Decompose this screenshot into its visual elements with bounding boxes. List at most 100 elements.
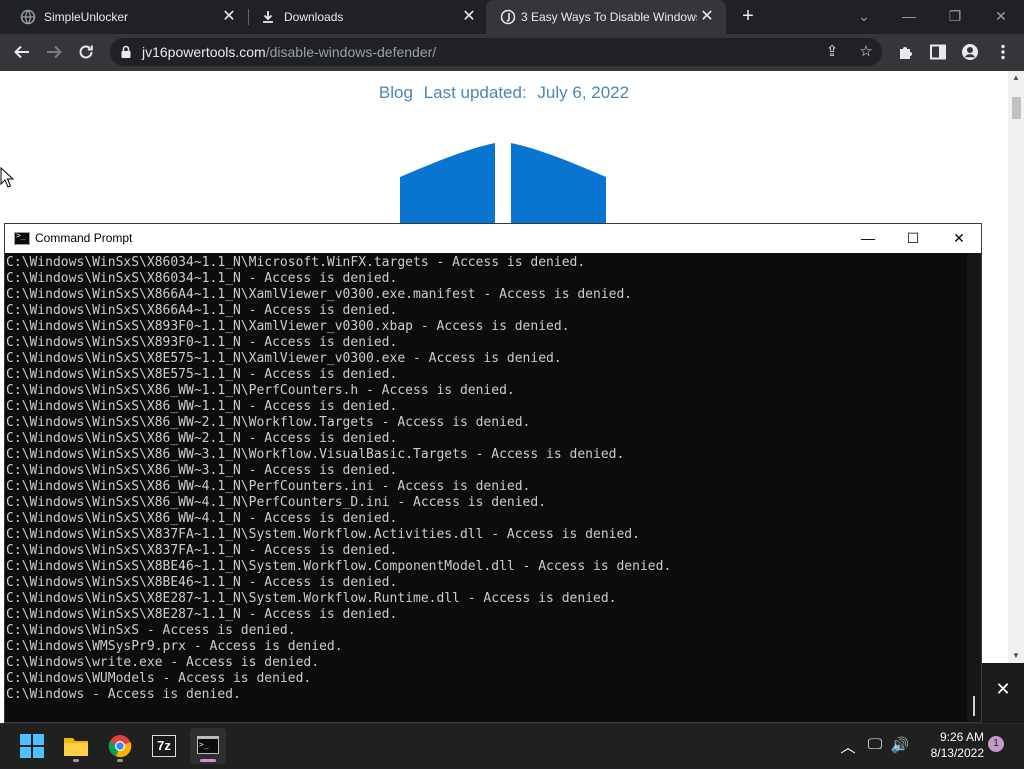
page-overlay-strip: ✕ <box>982 663 1024 723</box>
console-line: C:\Windows\WinSxS\X8E575~1.1_N\XamlViewe… <box>6 351 562 366</box>
console-line: C:\Windows\WinSxS\X86_WW~4.1_N\PerfCount… <box>6 479 531 494</box>
cmd-scrollbar[interactable] <box>967 253 981 722</box>
lock-icon[interactable] <box>118 44 134 60</box>
console-line: C:\Windows\WUModels - Access is denied. <box>6 671 312 686</box>
cmd-titlebar[interactable]: Command Prompt — ☐ ✕ <box>5 224 981 253</box>
browser-toolbar: jv16powertools.com/disable-windows-defen… <box>0 34 1024 71</box>
console-line: C:\Windows\WinSxS\X86034~1.1_N\Microsoft… <box>6 255 586 270</box>
forward-button[interactable] <box>41 39 67 65</box>
arrow-left-icon <box>14 45 29 59</box>
tab-title: 3 Easy Ways To Disable Windows <box>521 10 697 24</box>
arrow-right-icon <box>47 45 62 59</box>
console-line: C:\Windows\WMSysPr9.prx - Access is deni… <box>6 639 343 654</box>
console-line: C:\Windows\WinSxS\X866A4~1.1_N - Access … <box>6 303 398 318</box>
scroll-down-arrow-icon[interactable]: ▼ <box>1008 649 1024 663</box>
scroll-up-arrow-icon[interactable]: ▲ <box>1008 71 1024 85</box>
profile-icon <box>962 44 978 60</box>
profile-button[interactable] <box>957 39 983 65</box>
globe-icon <box>20 9 36 25</box>
tab-close-icon[interactable]: ✕ <box>460 8 478 26</box>
reload-icon <box>79 45 93 59</box>
jv16-logo-icon <box>500 9 516 25</box>
url-path: /disable-windows-defender/ <box>265 44 437 60</box>
clock-time: 9:26 AM <box>939 730 984 744</box>
share-icon[interactable]: ⇪ <box>822 42 842 62</box>
taskbar-active-indicator <box>200 759 216 762</box>
console-line: C:\Windows\WinSxS\X86_WW~1.1_N\PerfCount… <box>6 383 515 398</box>
console-line: C:\Windows\WinSxS\X8BE46~1.1_N\System.Wo… <box>6 559 672 574</box>
close-window-button[interactable]: ✕ <box>989 4 1013 28</box>
taskbar-running-indicator <box>117 759 123 762</box>
browser-tab-strip: SimpleUnlocker ✕ Downloads ✕ 3 Easy Ways… <box>0 0 1024 34</box>
tab-downloads[interactable]: Downloads ✕ <box>240 0 488 34</box>
tab-close-icon[interactable]: ✕ <box>698 8 716 26</box>
url-text: jv16powertools.com/disable-windows-defen… <box>142 44 436 60</box>
page-scrollbar[interactable]: ▲ ▼ <box>1008 71 1024 663</box>
show-hidden-icons-chevron-up-icon[interactable]: ︿ <box>838 736 858 757</box>
last-updated-date: July 6, 2022 <box>537 83 630 102</box>
console-line: C:\Windows\WinSxS - Access is denied. <box>6 623 296 638</box>
reload-button[interactable] <box>73 39 99 65</box>
volume-icon[interactable]: 🔊 <box>890 736 910 754</box>
new-tab-button[interactable]: + <box>738 6 758 26</box>
tab-search-icon[interactable]: ⌄ <box>852 4 876 28</box>
menu-button[interactable] <box>990 39 1016 65</box>
tab-simpleunlocker[interactable]: SimpleUnlocker ✕ <box>0 0 248 34</box>
command-prompt-window[interactable]: Command Prompt — ☐ ✕ C:\Windows\WinSxS\X… <box>4 223 982 723</box>
tab-title: Downloads <box>284 10 344 24</box>
cmd-scrollbar-thumb[interactable] <box>973 696 975 716</box>
bookmark-star-icon[interactable]: ☆ <box>856 42 876 62</box>
tab-close-icon[interactable]: ✕ <box>220 8 238 26</box>
cmd-close-button[interactable]: ✕ <box>936 224 982 253</box>
network-icon[interactable]: 🖵 <box>865 736 885 753</box>
cmd-minimize-button[interactable]: — <box>845 224 891 253</box>
console-line: C:\Windows\WinSxS\X86_WW~2.1_N - Access … <box>6 431 398 446</box>
taskbar-7zip[interactable]: 7z <box>146 728 182 764</box>
taskbar-command-prompt[interactable]: >_ <box>190 728 226 764</box>
console-line: C:\Windows\WinSxS\X86_WW~2.1_N\Workflow.… <box>6 415 531 430</box>
extensions-button[interactable] <box>893 39 919 65</box>
taskbar-clock[interactable]: 9:26 AM 8/13/2022 <box>918 729 984 761</box>
clock-date: 8/13/2022 <box>930 746 984 760</box>
puzzle-icon <box>900 47 912 59</box>
cmd-maximize-button[interactable]: ☐ <box>890 224 936 253</box>
console-line: C:\Windows\WinSxS\X8E287~1.1_N\System.Wo… <box>6 591 617 606</box>
console-line: C:\Windows\WinSxS\X86_WW~4.1_N\PerfCount… <box>6 495 547 510</box>
terminal-icon: >_ <box>197 736 219 754</box>
chrome-icon <box>108 735 132 758</box>
back-button[interactable] <box>9 39 35 65</box>
folder-icon <box>64 738 88 756</box>
minimize-button[interactable]: — <box>897 4 921 28</box>
console-line: C:\Windows\WinSxS\X866A4~1.1_N\XamlViewe… <box>6 287 633 302</box>
side-panel-icon <box>930 44 946 60</box>
url-domain: jv16powertools.com <box>142 44 266 60</box>
close-icon[interactable]: ✕ <box>982 679 1024 700</box>
windows-taskbar: 7z >_ ︿ 🖵 🔊 9:26 AM 8/13/2022 1 <box>0 723 1024 768</box>
console-output[interactable]: C:\Windows\WinSxS\X86034~1.1_N\Microsoft… <box>6 255 966 721</box>
notification-badge[interactable]: 1 <box>988 736 1004 752</box>
console-line: C:\Windows\WinSxS\X86034~1.1_N - Access … <box>6 271 398 286</box>
download-icon <box>263 11 273 23</box>
console-line: C:\Windows\WinSxS\X86_WW~4.1_N - Access … <box>6 511 398 526</box>
address-bar[interactable]: jv16powertools.com/disable-windows-defen… <box>110 38 882 66</box>
windows-logo-icon <box>20 734 44 758</box>
taskbar-file-explorer[interactable] <box>58 728 94 764</box>
mouse-pointer-icon <box>0 167 14 188</box>
taskbar-chrome[interactable] <box>102 728 138 764</box>
tab-disable-windows-defender[interactable]: 3 Easy Ways To Disable Windows ✕ <box>486 0 726 34</box>
console-line: C:\Windows\WinSxS\X837FA~1.1_N\System.Wo… <box>6 527 640 542</box>
cmd-window-title: Command Prompt <box>35 231 133 245</box>
taskbar-start-button[interactable] <box>14 728 50 764</box>
side-panel-button[interactable] <box>925 39 951 65</box>
taskbar-running-indicator <box>73 759 79 762</box>
console-line: C:\Windows\WinSxS\X86_WW~3.1_N\Workflow.… <box>6 447 625 462</box>
console-line: C:\Windows - Access is denied. <box>6 687 241 702</box>
category-link[interactable]: Blog <box>379 83 413 102</box>
console-line: C:\Windows\WinSxS\X86_WW~3.1_N - Access … <box>6 463 398 478</box>
restore-button[interactable]: ❐ <box>943 4 967 28</box>
console-line: C:\Windows\WinSxS\X8E287~1.1_N - Access … <box>6 607 398 622</box>
console-line: C:\Windows\WinSxS\X8E575~1.1_N - Access … <box>6 367 398 382</box>
console-line: C:\Windows\WinSxS\X893F0~1.1_N - Access … <box>6 335 398 350</box>
console-line: C:\Windows\WinSxS\X8BE46~1.1_N - Access … <box>6 575 398 590</box>
scrollbar-thumb[interactable] <box>1012 97 1021 119</box>
